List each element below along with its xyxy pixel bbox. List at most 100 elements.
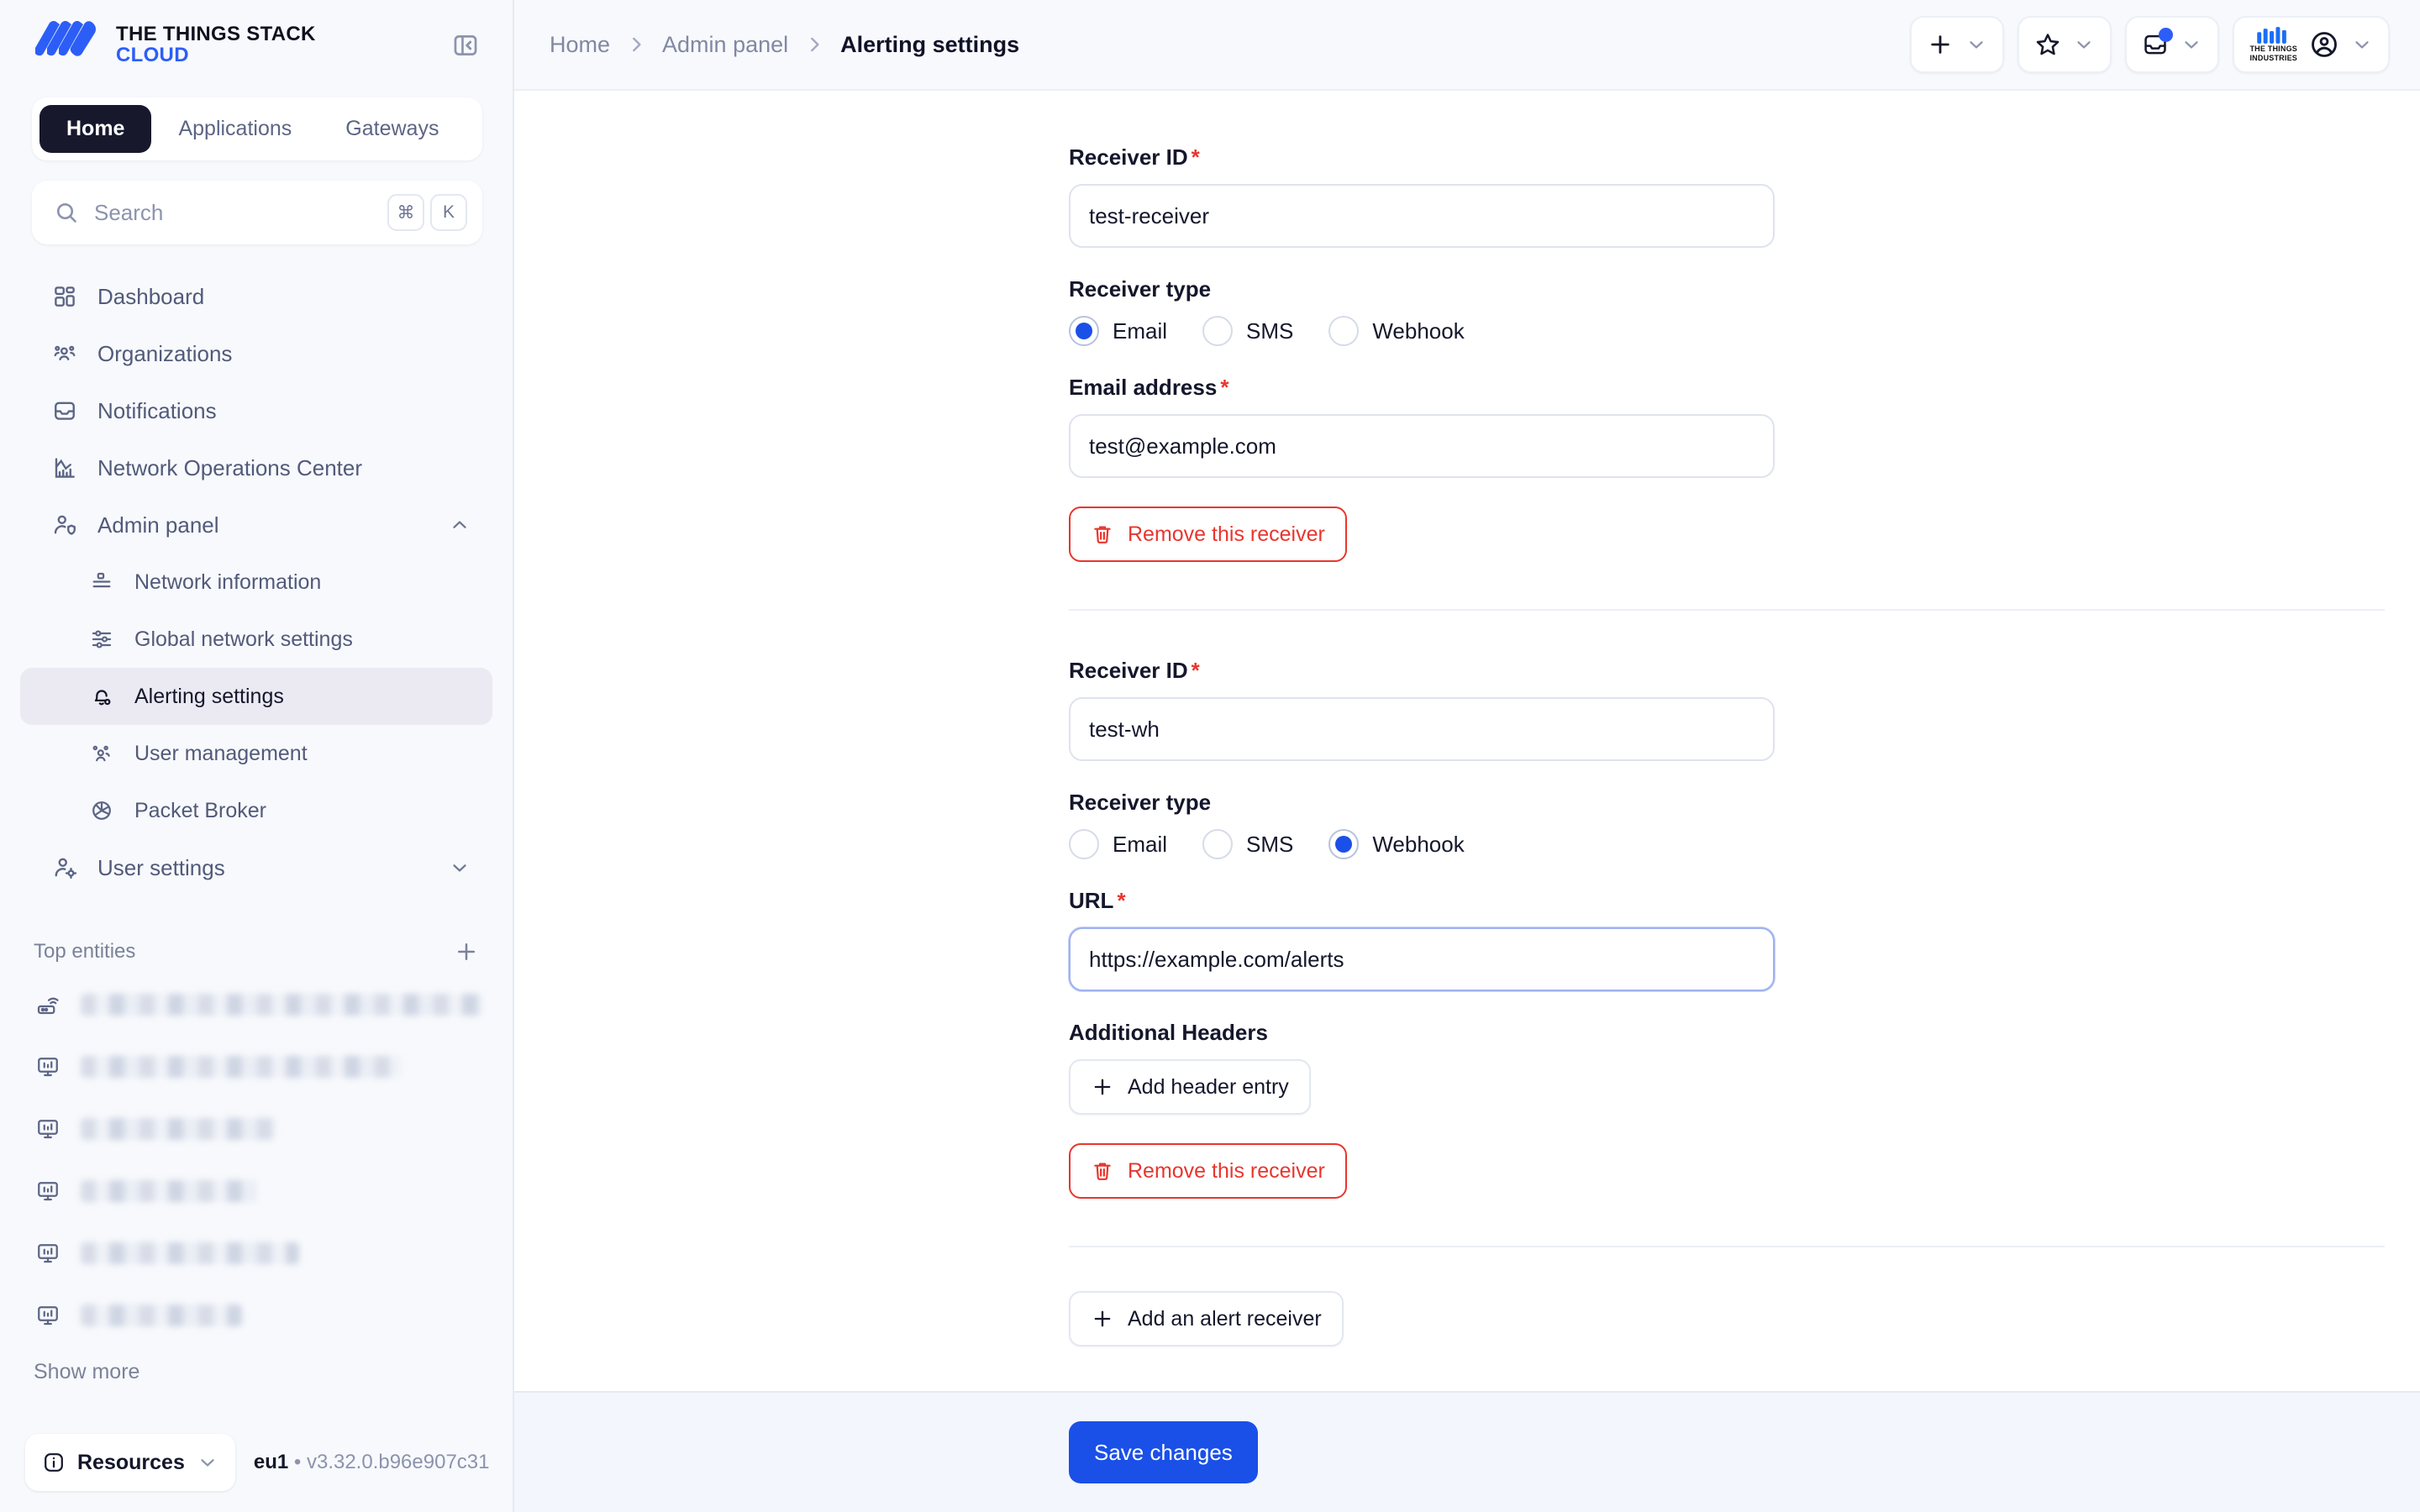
search-input[interactable]: Search ⌘ K — [32, 181, 482, 244]
receiver-2-id-label: Receiver ID* — [1069, 658, 2420, 684]
sidebar: THE THINGS STACK CLOUD Home Applications… — [0, 0, 514, 1512]
receiver-2-radio-webhook[interactable]: Webhook — [1328, 829, 1482, 859]
packet-broker-icon — [87, 796, 116, 825]
receiver-2-type-label: Receiver type — [1069, 790, 2420, 816]
dashboard-icon — [50, 282, 79, 311]
receiver-1-remove-label: Remove this receiver — [1128, 522, 1325, 547]
receiver-1-radio-webhook[interactable]: Webhook — [1328, 316, 1482, 346]
receiver-2-id-input[interactable]: test-wh — [1069, 697, 1775, 761]
list-item[interactable] — [0, 1160, 513, 1222]
required-marker: * — [1220, 375, 1228, 401]
chevron-down-icon[interactable] — [449, 857, 471, 879]
sidebar-item-label: Organizations — [97, 341, 232, 367]
profile-button[interactable]: THE THINGS INDUSTRIES — [2233, 16, 2390, 73]
add-button[interactable] — [1910, 16, 2004, 73]
inbox-icon — [2142, 31, 2169, 58]
radio-indicator — [1069, 829, 1099, 859]
entity-label-redacted — [81, 1305, 242, 1326]
sidebar-item-admin-panel[interactable]: Admin panel — [20, 496, 492, 554]
add-alert-receiver-button[interactable]: Add an alert receiver — [1069, 1291, 1344, 1347]
save-button[interactable]: Save changes — [1069, 1421, 1258, 1483]
chevron-up-icon[interactable] — [449, 514, 471, 536]
list-item[interactable] — [0, 1222, 513, 1284]
sidebar-item-network-information[interactable]: Network information — [20, 554, 492, 611]
resources-button[interactable]: Resources — [25, 1434, 235, 1491]
add-header-entry-button[interactable]: Add header entry — [1069, 1059, 1311, 1115]
radio-indicator — [1202, 316, 1233, 346]
main-area: Home Admin panel Alerting settings — [514, 0, 2420, 1512]
search-placeholder: Search — [94, 200, 381, 226]
required-marker: * — [1117, 888, 1125, 914]
plus-icon[interactable] — [454, 939, 479, 964]
entity-label-redacted — [81, 994, 482, 1016]
show-more-link[interactable]: Show more — [0, 1347, 513, 1384]
status-badge — [2159, 28, 2173, 42]
receiver-1-radio-sms[interactable]: SMS — [1202, 316, 1312, 346]
receiver-1-email-group: Email address* test@example.com — [514, 375, 2420, 478]
application-icon — [34, 1115, 62, 1143]
chevron-down-icon — [197, 1452, 218, 1473]
tab-home[interactable]: Home — [39, 105, 151, 153]
tab-applications[interactable]: Applications — [151, 105, 318, 153]
network-information-icon — [87, 568, 116, 596]
notifications-inbox-icon — [50, 396, 79, 425]
list-item[interactable] — [0, 1036, 513, 1098]
breadcrumb-home[interactable]: Home — [550, 32, 610, 58]
receiver-card-2: Receiver ID* test-wh Receiver type Email… — [514, 611, 2420, 1199]
receiver-2-id-group: Receiver ID* test-wh — [514, 658, 2420, 761]
chevron-right-icon — [803, 34, 825, 55]
radio-label: Email — [1113, 318, 1167, 344]
sidebar-item-label: Network information — [134, 570, 321, 595]
sidebar-item-organizations[interactable]: Organizations — [20, 325, 492, 382]
receiver-1-radio-email[interactable]: Email — [1069, 316, 1186, 346]
add-receiver-group: Add an alert receiver — [514, 1247, 2420, 1347]
shortcut-key-command: ⌘ — [387, 194, 424, 231]
application-icon — [34, 1177, 62, 1205]
receiver-2-radio-sms[interactable]: SMS — [1202, 829, 1312, 859]
sidebar-item-notifications[interactable]: Notifications — [20, 382, 492, 439]
panel-collapse-icon[interactable] — [447, 27, 484, 64]
receiver-2-type-group: Receiver type Email SMS Webhook — [514, 790, 2420, 859]
tab-gateways[interactable]: Gateways — [318, 105, 466, 153]
top-entities-list — [0, 974, 513, 1347]
plus-icon — [1927, 31, 1954, 58]
receiver-2-remove-button[interactable]: Remove this receiver — [1069, 1143, 1347, 1199]
receiver-2-remove-group: Remove this receiver — [514, 1143, 2420, 1199]
list-item[interactable] — [0, 974, 513, 1036]
sidebar-item-dashboard[interactable]: Dashboard — [20, 268, 492, 325]
brand-line-1: THE THINGS STACK — [116, 24, 316, 45]
application-icon — [34, 1239, 62, 1268]
sidebar-item-label: Admin panel — [97, 512, 219, 538]
breadcrumb-admin-panel[interactable]: Admin panel — [662, 32, 788, 58]
bookmarks-button[interactable] — [2018, 16, 2112, 73]
receiver-1-email-input[interactable]: test@example.com — [1069, 414, 1775, 478]
radio-indicator — [1202, 829, 1233, 859]
notifications-button[interactable] — [2125, 16, 2219, 73]
entity-label-redacted — [81, 1180, 257, 1202]
receiver-2-url-input[interactable]: https://example.com/alerts — [1069, 927, 1775, 991]
receiver-1-remove-button[interactable]: Remove this receiver — [1069, 507, 1347, 562]
organizations-icon — [50, 339, 79, 368]
sidebar-item-user-settings[interactable]: User settings — [20, 839, 492, 896]
sidebar-item-alerting-settings[interactable]: Alerting settings — [20, 668, 492, 725]
sidebar-item-network-operations-center[interactable]: Network Operations Center — [20, 439, 492, 496]
cluster-name: eu1 — [254, 1451, 288, 1473]
sidebar-item-global-network-settings[interactable]: Global network settings — [20, 611, 492, 668]
sidebar-item-user-management[interactable]: User management — [20, 725, 492, 782]
sidebar-tabs: Home Applications Gateways — [32, 97, 482, 160]
sidebar-item-packet-broker[interactable]: Packet Broker — [20, 782, 492, 839]
receiver-2-headers-label: Additional Headers — [1069, 1020, 2420, 1046]
receiver-1-id-input[interactable]: test-receiver — [1069, 184, 1775, 248]
application-icon — [34, 1301, 62, 1330]
plus-icon — [1091, 1075, 1114, 1099]
list-item[interactable] — [0, 1098, 513, 1160]
list-item[interactable] — [0, 1284, 513, 1347]
plus-icon — [1091, 1307, 1114, 1331]
chevron-down-icon — [2073, 34, 2095, 55]
sidebar-item-label: Packet Broker — [134, 799, 266, 823]
receiver-2-radio-email[interactable]: Email — [1069, 829, 1186, 859]
users-icon — [87, 739, 116, 768]
sidebar-item-label: Global network settings — [134, 627, 353, 652]
receiver-2-url-group: URL* https://example.com/alerts — [514, 888, 2420, 991]
user-avatar-icon — [2309, 29, 2339, 60]
